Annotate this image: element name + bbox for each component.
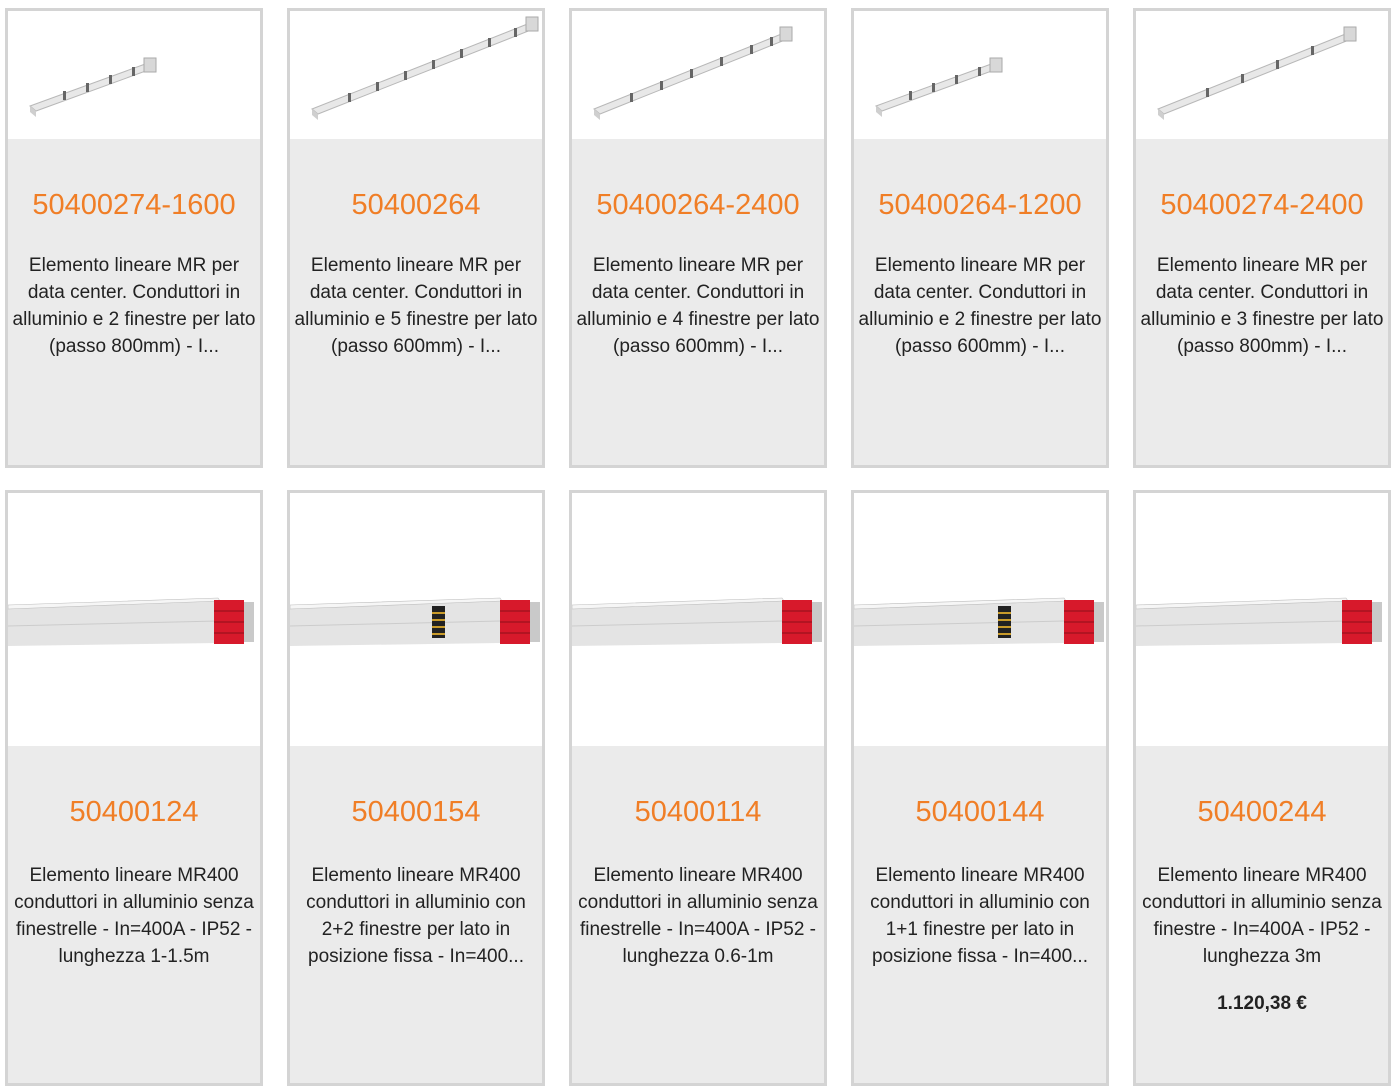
product-description: Elemento lineare MR per data center. Con… (858, 255, 1102, 357)
product-card[interactable]: 50400144 Elemento lineare MR400 condutto… (851, 490, 1109, 1086)
product-image[interactable] (8, 11, 260, 139)
product-code[interactable]: 50400144 (854, 796, 1106, 829)
busbar-medium-icon (1157, 26, 1357, 120)
product-description: Elemento lineare MR per data center. Con… (12, 255, 256, 357)
product-description: Elemento lineare MR400 conduttori in all… (1142, 865, 1382, 967)
busbar-red-window-icon (854, 597, 1104, 646)
product-description: Elemento lineare MR per data center. Con… (294, 255, 538, 357)
product-card[interactable]: 50400274-2400 Elemento lineare MR per da… (1133, 8, 1391, 468)
product-image[interactable] (1136, 11, 1388, 139)
product-code[interactable]: 50400124 (8, 796, 260, 829)
product-image[interactable] (290, 493, 542, 746)
product-image[interactable] (8, 493, 260, 746)
product-code[interactable]: 50400264-1200 (854, 189, 1106, 222)
product-description: Elemento lineare MR400 conduttori in all… (306, 865, 526, 967)
product-description: Elemento lineare MR per data center. Con… (1140, 255, 1384, 357)
product-code[interactable]: 50400274-2400 (1136, 189, 1388, 222)
product-code[interactable]: 50400114 (572, 796, 824, 829)
product-card[interactable]: 50400154 Elemento lineare MR400 condutto… (287, 490, 545, 1086)
product-image[interactable] (290, 11, 542, 139)
busbar-red-window-icon (290, 597, 540, 646)
product-image[interactable] (854, 493, 1106, 746)
product-description: Elemento lineare MR400 conduttori in all… (870, 865, 1090, 967)
product-code[interactable]: 50400244 (1136, 796, 1388, 829)
product-card[interactable]: 50400264-1200 Elemento lineare MR per da… (851, 8, 1109, 468)
product-image[interactable] (854, 11, 1106, 139)
product-card[interactable]: 50400124 Elemento lineare MR400 condutto… (5, 490, 263, 1086)
product-card[interactable]: 50400114 Elemento lineare MR400 condutto… (569, 490, 827, 1086)
product-card[interactable]: 50400264-2400 Elemento lineare MR per da… (569, 8, 827, 468)
busbar-medium-icon (593, 26, 793, 120)
busbar-short-icon (875, 57, 1003, 117)
product-image[interactable] (572, 493, 824, 746)
product-code[interactable]: 50400264 (290, 189, 542, 222)
product-image[interactable] (1136, 493, 1388, 746)
product-description: Elemento lineare MR per data center. Con… (576, 255, 820, 357)
product-card[interactable]: 50400244 Elemento lineare MR400 condutto… (1133, 490, 1391, 1086)
product-price: 1.120,38 € (1217, 993, 1307, 1014)
product-card[interactable]: 50400274-1600 Elemento lineare MR per da… (5, 8, 263, 468)
product-description: Elemento lineare MR400 conduttori in all… (14, 865, 254, 967)
busbar-red-icon (572, 597, 822, 646)
product-code[interactable]: 50400264-2400 (572, 189, 824, 222)
busbar-red-icon (1136, 597, 1382, 646)
product-image[interactable] (572, 11, 824, 139)
product-code[interactable]: 50400274-1600 (8, 189, 260, 222)
product-card[interactable]: 50400264 Elemento lineare MR per data ce… (287, 8, 545, 468)
busbar-long-icon (311, 16, 539, 120)
product-code[interactable]: 50400154 (290, 796, 542, 829)
product-description: Elemento lineare MR400 conduttori in all… (578, 865, 818, 967)
busbar-short-icon (29, 57, 157, 117)
busbar-red-icon (8, 597, 254, 646)
